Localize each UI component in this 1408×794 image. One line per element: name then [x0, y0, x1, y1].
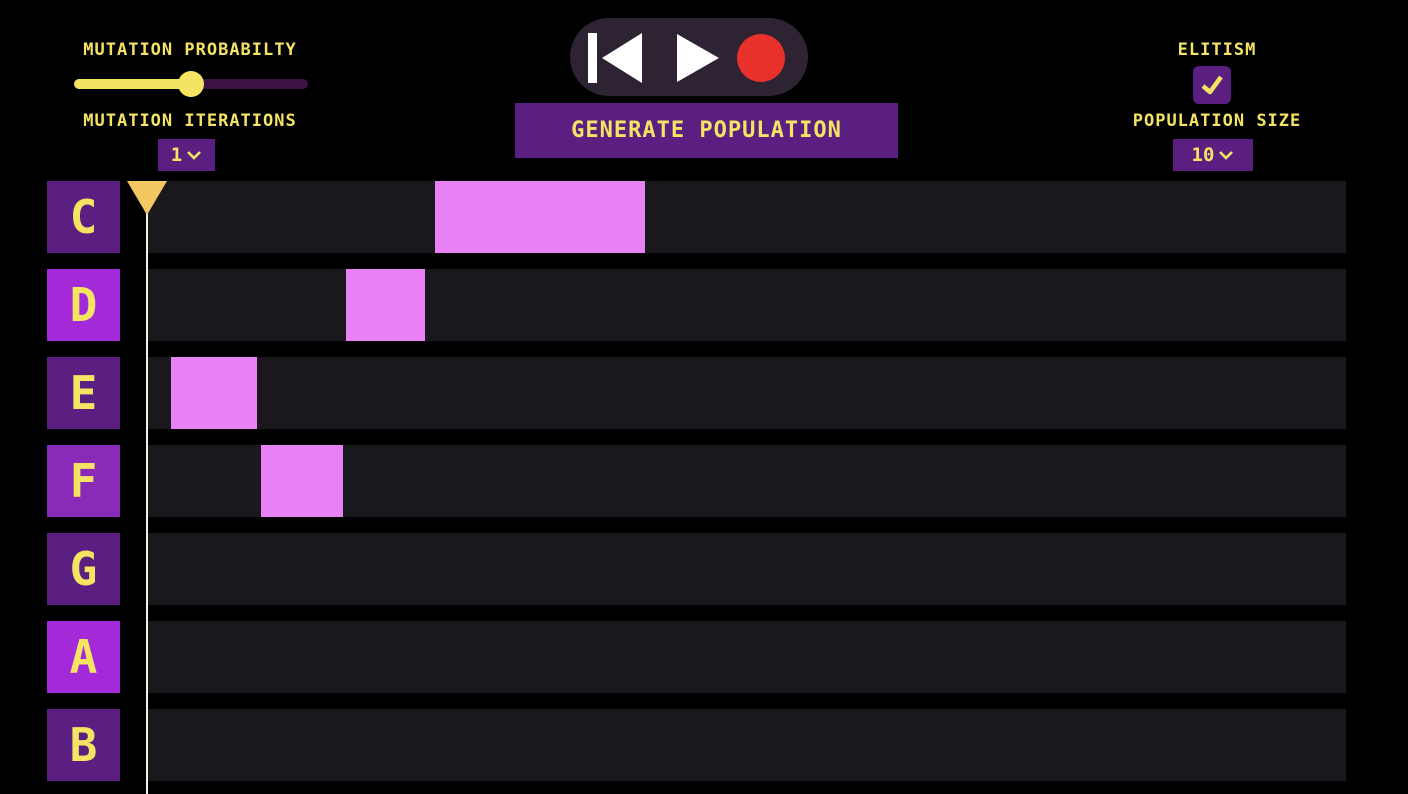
track-row: E	[47, 357, 1346, 429]
note-block[interactable]	[261, 445, 343, 517]
elitism-label: ELITISM	[1177, 40, 1257, 60]
play-icon[interactable]	[677, 34, 721, 82]
slider-thumb[interactable]	[178, 71, 204, 97]
playhead-marker[interactable]	[127, 181, 167, 215]
note-key-e[interactable]: E	[47, 357, 120, 429]
note-key-f[interactable]: F	[47, 445, 120, 517]
track-lane[interactable]	[147, 181, 1346, 253]
record-icon[interactable]	[736, 33, 786, 83]
generate-population-button[interactable]: GENERATE POPULATION	[515, 103, 898, 158]
track-lane[interactable]	[147, 357, 1346, 429]
playhead-line[interactable]	[146, 181, 148, 794]
mutation-iterations-label: MUTATION ITERATIONS	[83, 111, 297, 131]
mutation-iterations-value: 1	[170, 144, 183, 166]
track-lane[interactable]	[147, 621, 1346, 693]
track-lane[interactable]	[147, 445, 1346, 517]
note-block[interactable]	[171, 357, 257, 429]
note-block[interactable]	[435, 181, 645, 253]
mutation-iterations-select[interactable]: 1	[158, 139, 215, 171]
population-size-label: POPULATION SIZE	[1132, 111, 1302, 131]
checkmark-icon	[1201, 75, 1223, 95]
elitism-checkbox[interactable]	[1193, 66, 1231, 104]
note-key-d[interactable]: D	[47, 269, 120, 341]
population-size-select[interactable]: 10	[1173, 139, 1253, 171]
note-key-c[interactable]: C	[47, 181, 120, 253]
chevron-down-icon	[187, 151, 202, 160]
note-key-g[interactable]: G	[47, 533, 120, 605]
track-lane[interactable]	[147, 269, 1346, 341]
track-row: D	[47, 269, 1346, 341]
skip-back-icon[interactable]	[588, 33, 644, 83]
track-lane[interactable]	[147, 709, 1346, 781]
track-row: A	[47, 621, 1346, 693]
note-key-a[interactable]: A	[47, 621, 120, 693]
transport-controls	[570, 18, 808, 96]
note-key-b[interactable]: B	[47, 709, 120, 781]
track-row: B	[47, 709, 1346, 781]
population-size-value: 10	[1191, 144, 1215, 166]
track-row: C	[47, 181, 1346, 253]
slider-fill	[74, 79, 191, 89]
mutation-probability-label: MUTATION PROBABILTY	[83, 40, 297, 60]
chevron-down-icon	[1219, 151, 1234, 160]
note-block[interactable]	[346, 269, 425, 341]
mutation-probability-slider[interactable]	[74, 71, 308, 97]
track-row: G	[47, 533, 1346, 605]
track-lane[interactable]	[147, 533, 1346, 605]
track-row: F	[47, 445, 1346, 517]
